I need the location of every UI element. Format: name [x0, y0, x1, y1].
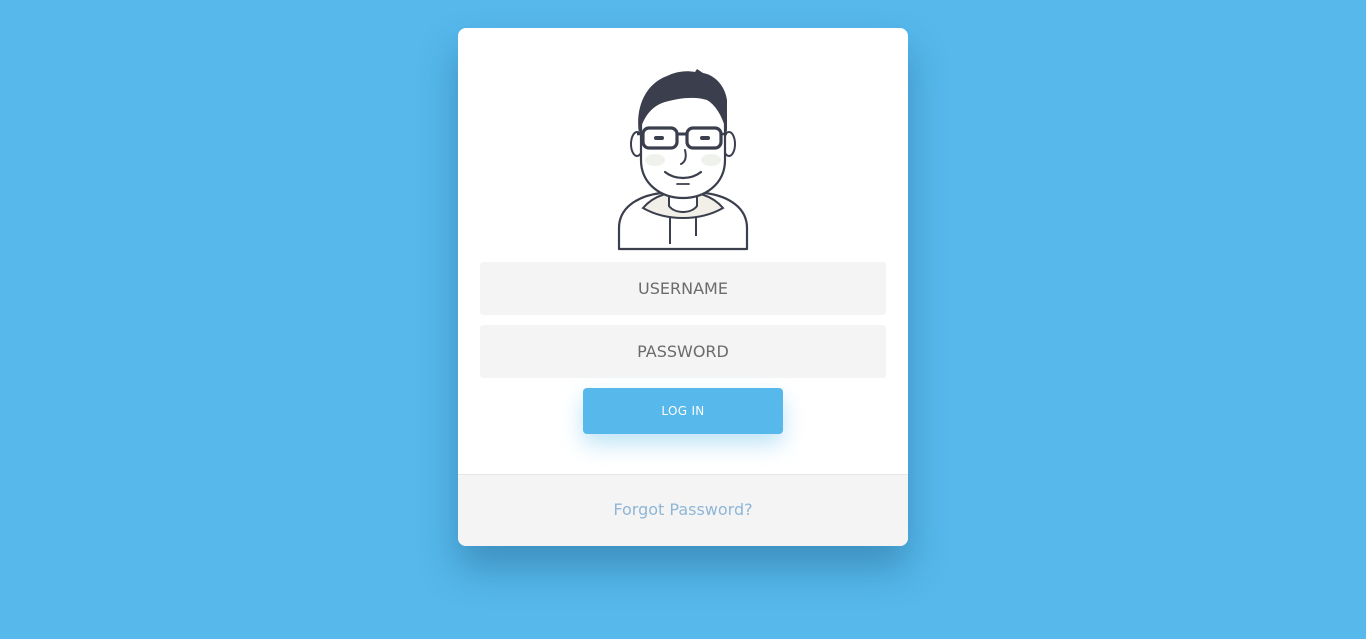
card-footer: Forgot Password? [458, 474, 908, 546]
login-button[interactable]: LOG IN [583, 388, 783, 434]
avatar-illustration-icon [617, 69, 749, 251]
password-input[interactable] [480, 325, 886, 378]
login-card: LOG IN Forgot Password? [458, 28, 908, 546]
username-input[interactable] [480, 262, 886, 315]
forgot-password-link[interactable]: Forgot Password? [613, 500, 752, 519]
